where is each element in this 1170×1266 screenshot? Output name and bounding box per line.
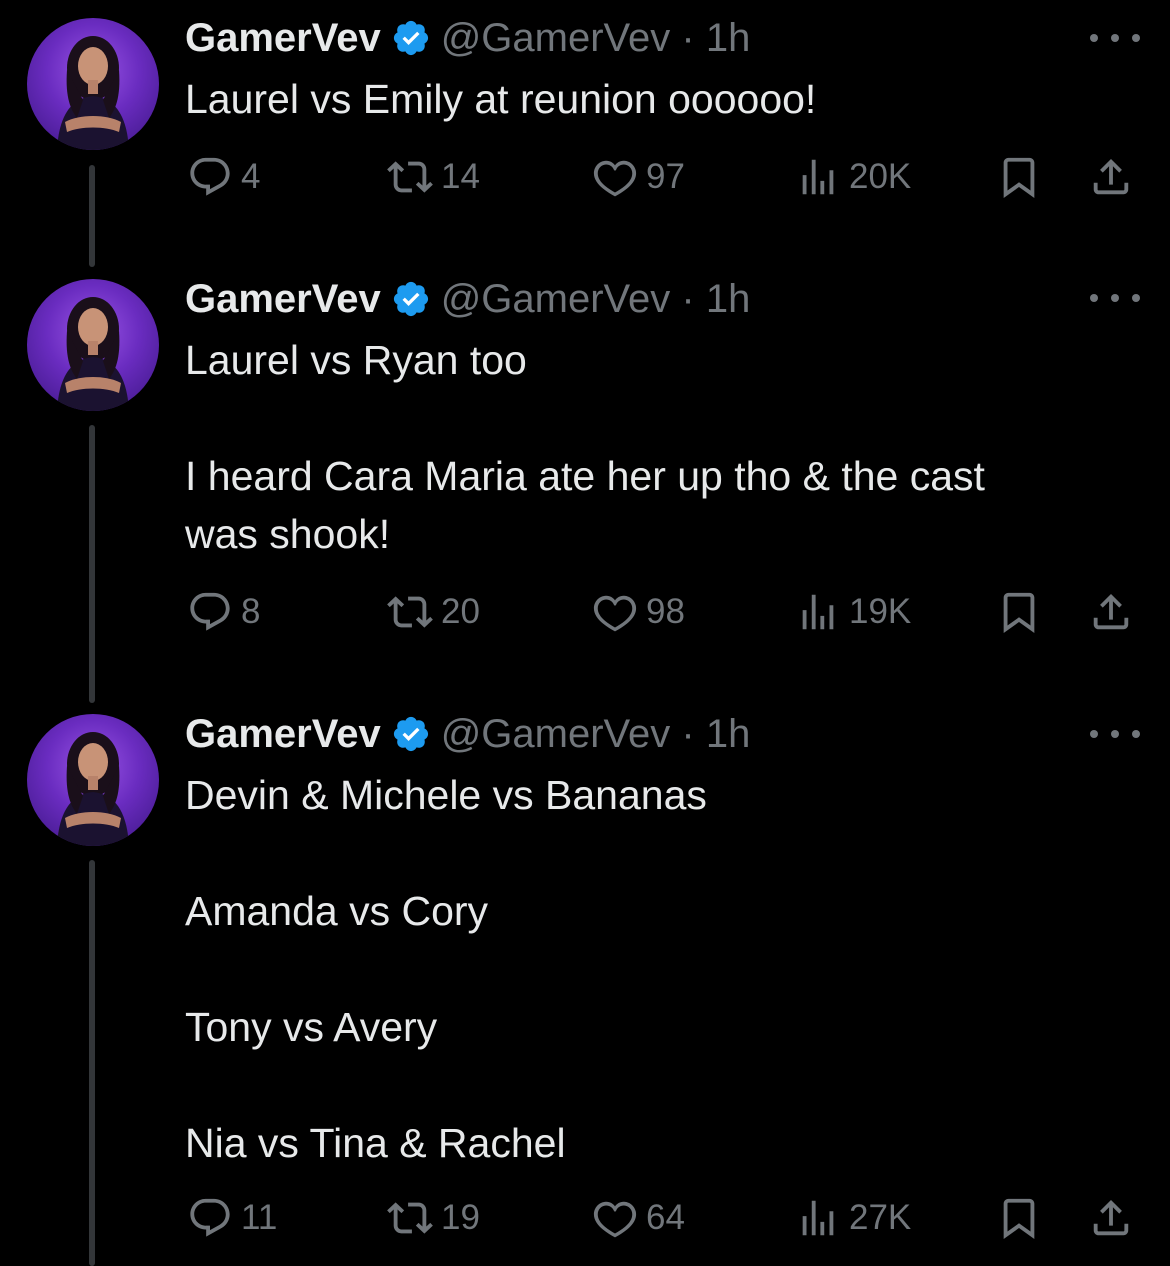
retweet-button[interactable]: 20 xyxy=(387,587,480,637)
retweet-button[interactable]: 19 xyxy=(387,1193,480,1243)
heart-icon xyxy=(593,1201,637,1238)
reply-icon xyxy=(190,592,230,631)
bookmark-icon xyxy=(1003,157,1035,198)
retweet-count: 20 xyxy=(441,592,480,631)
more-icon[interactable] xyxy=(1090,28,1140,48)
views-button[interactable]: 20K xyxy=(795,152,911,202)
retweet-icon xyxy=(387,596,433,628)
author-name[interactable]: GamerVev xyxy=(185,16,381,61)
more-icon[interactable] xyxy=(1090,288,1140,308)
bookmark-button[interactable] xyxy=(996,1193,1050,1243)
avatar[interactable] xyxy=(27,714,159,846)
views-button[interactable]: 27K xyxy=(795,1193,911,1243)
tweet-header: GamerVev @GamerVev · 1h xyxy=(185,275,750,323)
bookmark-button[interactable] xyxy=(996,587,1050,637)
reply-count: 8 xyxy=(241,592,261,631)
like-button[interactable]: 97 xyxy=(592,152,685,202)
heart-icon xyxy=(593,595,637,632)
retweet-count: 14 xyxy=(441,157,480,196)
share-icon xyxy=(1093,1199,1129,1236)
share-button[interactable] xyxy=(1088,1193,1142,1243)
tweet-header: GamerVev @GamerVev · 1h xyxy=(185,710,750,758)
reply-button[interactable]: 4 xyxy=(187,152,260,202)
tweet-actions: 8 20 98 19K xyxy=(0,587,1170,637)
reply-icon xyxy=(190,157,230,196)
verified-badge-icon xyxy=(393,716,428,752)
tweet-text: Devin & Michele vs Bananas Amanda vs Cor… xyxy=(185,772,707,1166)
bookmark-button[interactable] xyxy=(996,152,1050,202)
retweet-button[interactable]: 14 xyxy=(387,152,480,202)
retweet-icon xyxy=(387,161,433,193)
share-button[interactable] xyxy=(1088,587,1142,637)
author-name[interactable]: GamerVev xyxy=(185,277,381,322)
reply-count: 11 xyxy=(241,1198,278,1237)
views-count: 20K xyxy=(849,157,912,196)
verified-badge-icon xyxy=(393,20,428,56)
author-name[interactable]: GamerVev xyxy=(185,712,381,757)
bookmark-icon xyxy=(1003,592,1035,633)
like-count: 64 xyxy=(646,1198,685,1237)
reply-button[interactable]: 8 xyxy=(187,587,260,637)
views-icon xyxy=(802,594,834,630)
more-icon[interactable] xyxy=(1090,724,1140,744)
tweet-actions: 11 19 64 27K xyxy=(0,1193,1170,1243)
like-button[interactable]: 64 xyxy=(592,1193,685,1243)
heart-icon xyxy=(593,160,637,197)
views-button[interactable]: 19K xyxy=(795,587,911,637)
thread-line xyxy=(89,425,95,703)
views-icon xyxy=(802,1200,834,1236)
like-count: 97 xyxy=(646,157,685,196)
reply-count: 4 xyxy=(241,157,261,196)
reply-icon xyxy=(190,1198,230,1237)
handle-and-time[interactable]: @GamerVev · 1h xyxy=(441,277,751,322)
handle-and-time[interactable]: @GamerVev · 1h xyxy=(441,712,751,757)
reply-button[interactable]: 11 xyxy=(187,1193,277,1243)
verified-badge-icon xyxy=(393,281,428,317)
like-button[interactable]: 98 xyxy=(592,587,685,637)
tweet-text: Laurel vs Emily at reunion oooooo! xyxy=(185,76,817,122)
share-icon xyxy=(1093,158,1129,195)
avatar[interactable] xyxy=(27,279,159,411)
tweet-text: Laurel vs Ryan too I heard Cara Maria at… xyxy=(185,337,985,557)
retweet-icon xyxy=(387,1202,433,1234)
bookmark-icon xyxy=(1003,1198,1035,1239)
share-icon xyxy=(1093,593,1129,630)
views-icon xyxy=(802,159,834,195)
handle-and-time[interactable]: @GamerVev · 1h xyxy=(441,16,751,61)
retweet-count: 19 xyxy=(441,1198,480,1237)
views-count: 27K xyxy=(849,1198,912,1237)
views-count: 19K xyxy=(849,592,912,631)
tweet-header: GamerVev @GamerVev · 1h xyxy=(185,14,750,62)
like-count: 98 xyxy=(646,592,685,631)
avatar[interactable] xyxy=(27,18,159,150)
tweet-actions: 4 14 97 20K xyxy=(0,152,1170,202)
share-button[interactable] xyxy=(1088,152,1142,202)
